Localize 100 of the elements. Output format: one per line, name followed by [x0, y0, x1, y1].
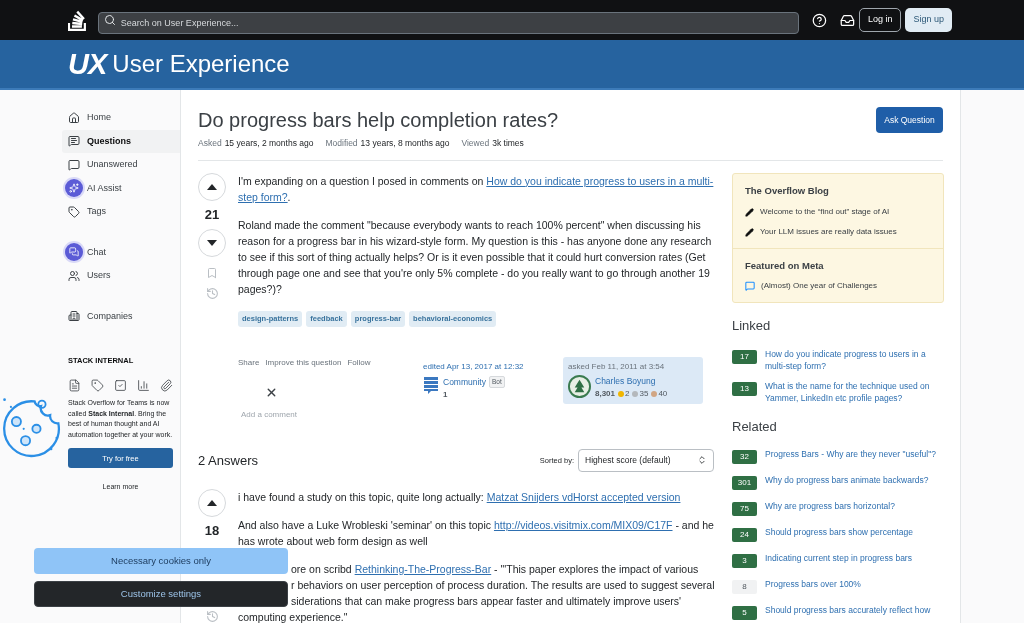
link[interactable]: http://videos.visitmix.com/MIX09/C17F	[493, 518, 673, 531]
score-badge: 75	[732, 502, 757, 517]
speech-bubble-icon	[68, 135, 80, 148]
chevron-icon	[697, 455, 707, 466]
user-avatar	[568, 374, 591, 398]
answer-text-line: siderations that can make progress bars appear faster and ultimately improve users'	[290, 593, 683, 609]
score-badge: 3	[732, 554, 757, 569]
community-avatar-icon	[423, 375, 439, 394]
question-link[interactable]: How do you indicate progress to users in a multi-step form?	[765, 347, 944, 372]
answer-text-line: computing experience."	[238, 609, 349, 623]
section-heading: Related	[732, 417, 778, 436]
badge-count: 40	[658, 387, 668, 400]
caret-up-icon	[206, 182, 218, 191]
meta-label: Viewed	[461, 137, 490, 150]
question-paragraph: I'm expanding on a question I posed in comments on How do you indicate progress to users in a multi- step form?.	[238, 173, 715, 205]
asked-label: asked Feb 11, 2011 at 3:54	[568, 360, 666, 373]
answer-text-line: r behaviors on user perception of process duration. The results are used to suggest several	[290, 577, 716, 593]
customize-settings-button[interactable]: Customize settings	[34, 581, 288, 607]
downvote-button[interactable]	[198, 228, 226, 257]
question-link[interactable]: Why are progress bars horizontal?	[765, 500, 895, 513]
meta-value: 3k times	[492, 137, 524, 150]
pencil-icon	[745, 207, 754, 217]
sort-select[interactable]: Highest score (default)	[578, 448, 714, 472]
question-link[interactable]: Progress Bars - Why are they never "useful"?	[765, 448, 936, 461]
sparkle-icon	[65, 179, 83, 198]
nav-item[interactable]: Home	[62, 106, 180, 130]
post-action-link[interactable]: Improve this question	[265, 356, 342, 369]
score-badge: 24	[732, 528, 757, 543]
home-icon	[68, 111, 80, 124]
search-field[interactable]: Search on User Experience...	[97, 12, 800, 34]
badge-count: 2	[625, 387, 630, 400]
search-icon	[103, 14, 116, 26]
score-badge: 301	[732, 476, 757, 491]
score-badge: 32	[732, 450, 757, 465]
question-paragraph: Roland made the comment "because everybody wants to reach 100% percent" when discussing his reason for a progress bar in his wizard-style form. My question is this - has anyone done any research to see if this sort of thing actually helps? Or is it even possible that it could hurt conversion rates (Get through page one and see that you're only 5% complete - do you really want to go through another 19 pages?)?	[238, 217, 713, 297]
nav-item[interactable]: Chat	[62, 240, 180, 264]
score-badge: 5	[732, 606, 757, 621]
badge-count: 35	[639, 387, 649, 400]
reputation: 1	[443, 388, 449, 401]
question-link[interactable]: Should progress bars show percentage	[765, 526, 913, 539]
stack-logo-icon[interactable]	[68, 9, 88, 31]
card-title: The Overflow Blog	[745, 183, 830, 198]
edited-label[interactable]: edited Apr 13, 2017 at 12:32	[423, 360, 563, 373]
answer-paragraph: i have found a study on this topic, quite long actually: Matzat Snijders vdHorst accepted version	[238, 489, 682, 505]
link[interactable]: How do you indicate progress to users in a multi-	[486, 174, 714, 187]
users-icon	[68, 269, 80, 282]
nav-item[interactable]: Users	[62, 264, 180, 288]
pencil-icon	[745, 227, 754, 237]
link[interactable]: Matzat Snijders vdHorst accepted version	[486, 490, 681, 503]
post-action-link[interactable]: Share	[238, 356, 260, 369]
checkbox-icon	[114, 379, 127, 393]
meta-link[interactable]: (Almost) One year of Challenges	[761, 280, 878, 293]
nav-item[interactable]: Questions	[62, 129, 180, 153]
meta-label: Modified	[325, 137, 358, 150]
document-icon	[68, 379, 81, 393]
upvote-button[interactable]	[198, 172, 226, 201]
sign-up-button[interactable]: Sign up	[905, 8, 952, 32]
question-link[interactable]: Progress bars over 100%	[765, 578, 861, 591]
log-in-button[interactable]: Log in	[858, 8, 902, 32]
question-link[interactable]: Indicating current step in progress bars	[765, 552, 912, 565]
meta-value: 15 years, 2 months ago	[224, 137, 314, 150]
caret-up-icon	[206, 498, 218, 507]
upvote-button[interactable]	[198, 488, 226, 517]
nav-item[interactable]: Unanswered	[62, 153, 180, 177]
site-logo[interactable]: UX	[68, 49, 107, 79]
score-badge: 8	[732, 580, 757, 595]
meta-label: Asked	[198, 137, 222, 150]
ask-question-button[interactable]: Ask Question	[876, 107, 943, 133]
link[interactable]: Rethinking-The-Progress-Bar	[354, 562, 492, 575]
answers-heading: 2 Answers	[198, 451, 258, 470]
question-link[interactable]: Why do progress bars animate backwards?	[765, 474, 929, 487]
bar-chart-icon	[137, 379, 150, 393]
speech-bubble-icon	[745, 281, 755, 292]
nav-item[interactable]: Tags	[62, 200, 180, 224]
help-icon[interactable]	[812, 12, 828, 28]
user-name-link[interactable]: Community	[443, 375, 486, 389]
building-icon	[68, 310, 80, 323]
score-badge: 13	[732, 381, 757, 396]
blog-link[interactable]: Welcome to the “find out” stage of AI	[760, 206, 890, 218]
section-heading: Linked	[732, 317, 772, 336]
question-link[interactable]: Should progress bars accurately reflect how	[765, 604, 931, 617]
question-link[interactable]: What is the name for the technique used on Yammer, LinkedIn etc profile pages?	[765, 379, 944, 404]
tag-icon	[68, 205, 80, 218]
meta-value: 13 years, 8 months ago	[360, 137, 450, 150]
chat-icon	[65, 243, 83, 262]
paperclip-icon	[160, 379, 173, 393]
necessary-cookies-button[interactable]: Necessary cookies only	[34, 548, 288, 574]
cookie-drawing	[0, 396, 62, 458]
site-name: User Experience	[112, 52, 290, 76]
inbox-icon[interactable]	[840, 12, 855, 28]
caret-down-icon	[206, 238, 218, 247]
vote-count: 21	[204, 206, 220, 223]
post-action-link[interactable]: Follow	[347, 356, 371, 369]
nav-item[interactable]: Companies	[62, 304, 180, 328]
nav-item[interactable]: AI Assist	[62, 176, 180, 200]
link[interactable]: step form?	[238, 190, 288, 203]
card-title: Featured on Meta	[745, 259, 825, 273]
speech-bubble-icon	[68, 158, 80, 171]
user-name-link[interactable]: Charles Boyung	[595, 374, 668, 388]
blog-link[interactable]: Your LLM issues are really data issues	[760, 226, 897, 238]
